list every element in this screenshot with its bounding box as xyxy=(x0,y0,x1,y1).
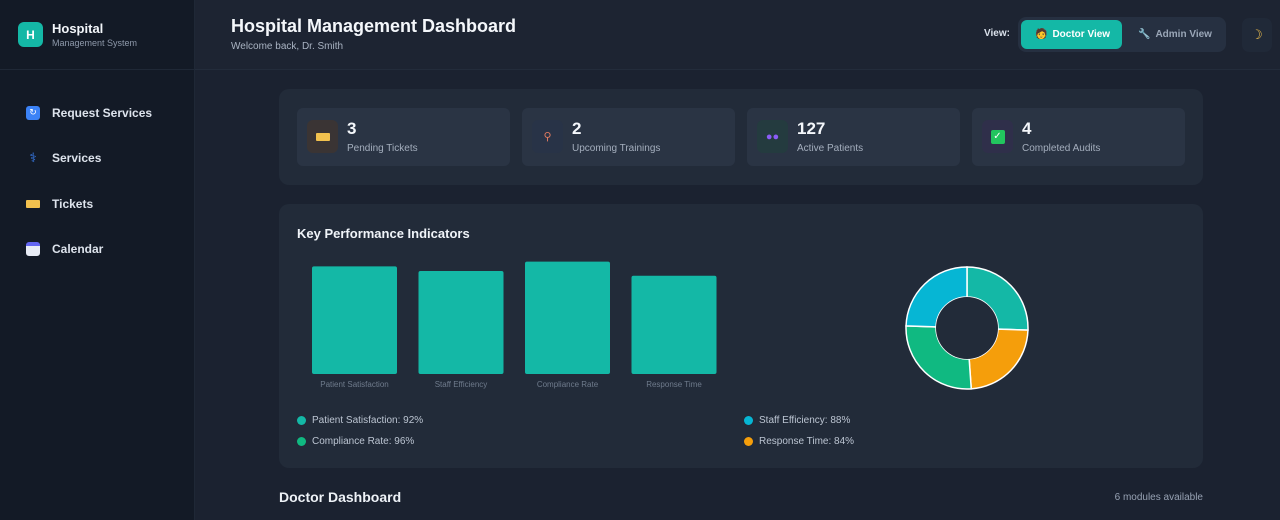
legend-text: Response Time: 84% xyxy=(759,436,855,447)
bar-label: Compliance Rate xyxy=(537,380,599,389)
legend-item-patient-satisfaction: Patient Satisfaction: 92% xyxy=(297,415,423,426)
legend-dot xyxy=(297,437,306,446)
legend-text: Compliance Rate: 96% xyxy=(312,436,415,447)
stat-value: 127 xyxy=(797,119,826,138)
stat-label: Pending Tickets xyxy=(347,143,418,154)
bar-compliance-rate[interactable] xyxy=(525,261,610,374)
stat-value: 4 xyxy=(1022,119,1032,138)
bar-label: Patient Satisfaction xyxy=(320,380,388,389)
sidebar-item-calendar[interactable]: Calendar xyxy=(0,227,194,273)
stats-panel: 3 Pending Tickets ⚲ 2 Upcoming Trainings… xyxy=(279,89,1203,185)
wrench-icon: 🔧 xyxy=(1138,29,1151,40)
stat-label: Upcoming Trainings xyxy=(572,143,661,154)
ticket-icon xyxy=(26,199,40,208)
stat-card-active-patients[interactable]: ●● 127 Active Patients xyxy=(747,108,960,166)
users-icon: ●● xyxy=(757,120,788,153)
top-header: Hospital Management Dashboard Welcome ba… xyxy=(195,0,1280,70)
admin-view-label: Admin View xyxy=(1155,29,1212,40)
legend-dot xyxy=(297,416,306,425)
moon-icon: ☽ xyxy=(1251,27,1263,42)
brand-subtitle: Management System xyxy=(52,37,138,48)
sidebar: H Hospital Management System ↻ Request S… xyxy=(0,0,195,520)
graduation-icon: ⚲ xyxy=(532,120,563,153)
ticket-icon xyxy=(307,120,338,153)
view-switch: 🧑 Doctor View 🔧 Admin View xyxy=(1018,17,1226,52)
legend-text: Patient Satisfaction: 92% xyxy=(312,415,424,426)
sidebar-item-services[interactable]: ⚕ Services xyxy=(0,136,194,182)
stat-card-completed-audits[interactable]: ✓ 4 Completed Audits xyxy=(972,108,1185,166)
brand-title: Hospital xyxy=(52,20,104,36)
bar-response-time[interactable] xyxy=(631,275,717,374)
bar-label: Response Time xyxy=(646,380,702,389)
legend-dot xyxy=(744,416,753,425)
brand: H Hospital Management System xyxy=(0,0,194,70)
page-title: Hospital Management Dashboard xyxy=(231,16,517,36)
calendar-icon xyxy=(26,242,40,257)
bar-label: Staff Efficiency xyxy=(435,380,488,389)
legend-text: Staff Efficiency: 88% xyxy=(759,415,851,426)
legend-item-compliance-rate: Compliance Rate: 96% xyxy=(297,436,414,447)
legend-item-staff-efficiency: Staff Efficiency: 88% xyxy=(744,415,850,426)
stat-label: Completed Audits xyxy=(1022,143,1101,154)
kpi-chart: Patient Satisfaction Staff Efficiency Comp… xyxy=(312,261,1029,390)
sidebar-item-label: Services xyxy=(52,151,102,166)
legend-item-response-time: Response Time: 84% xyxy=(744,436,854,447)
bar-staff-efficiency[interactable] xyxy=(418,271,504,374)
stat-card-pending-tickets[interactable]: 3 Pending Tickets xyxy=(297,108,510,166)
sidebar-item-tickets[interactable]: Tickets xyxy=(0,181,194,227)
section-title: Doctor Dashboard xyxy=(279,489,402,505)
sidebar-item-label: Request Services xyxy=(52,105,153,120)
sidebar-item-label: Tickets xyxy=(52,196,94,211)
refresh-icon: ↻ xyxy=(26,105,40,120)
doctor-view-button[interactable]: 🧑 Doctor View xyxy=(1021,20,1122,49)
sidebar-nav: ↻ Request Services ⚕ Services Tickets Ca… xyxy=(0,70,194,272)
kpi-panel: Key Performance Indicators Patient Satis… xyxy=(279,204,1203,468)
check-icon: ✓ xyxy=(982,120,1013,153)
modules-count: 6 modules available xyxy=(1114,492,1203,503)
bar-patient-satisfaction[interactable] xyxy=(312,266,397,374)
doctor-icon: 🧑 xyxy=(1035,29,1048,40)
stat-card-upcoming-trainings[interactable]: ⚲ 2 Upcoming Trainings xyxy=(522,108,735,166)
sidebar-item-request-services[interactable]: ↻ Request Services xyxy=(0,90,194,136)
donut-hole xyxy=(936,297,998,359)
caduceus-icon: ⚕ xyxy=(29,150,37,166)
legend-dot xyxy=(744,437,753,446)
stat-value: 3 xyxy=(347,119,357,138)
stat-value: 2 xyxy=(572,119,582,138)
theme-toggle-button[interactable]: ☽ xyxy=(1242,18,1272,52)
doctor-view-label: Doctor View xyxy=(1052,29,1111,40)
view-label: View: xyxy=(984,28,1010,39)
stat-label: Active Patients xyxy=(797,143,864,154)
welcome-text: Welcome back, Dr. Smith xyxy=(231,41,344,52)
hospital-logo-icon: H xyxy=(18,22,43,47)
sidebar-item-label: Calendar xyxy=(52,242,104,257)
admin-view-button[interactable]: 🔧 Admin View xyxy=(1122,20,1223,49)
